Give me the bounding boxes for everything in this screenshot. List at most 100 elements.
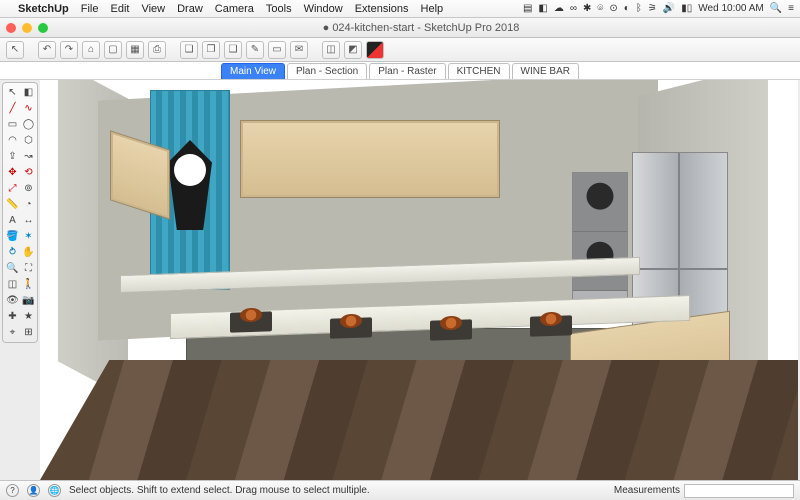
menu-tools[interactable]: Tools [266,3,292,15]
tool-ext-a-icon[interactable]: ✚ [5,309,20,324]
tray-icon[interactable]: ◧ [538,3,547,14]
close-window-button[interactable] [6,23,16,33]
toolbar-undo-icon[interactable]: ↶ [38,41,56,59]
tool-ext-d-icon[interactable]: ⊞ [21,325,36,340]
toolbar-swatch-icon[interactable] [366,41,384,59]
tool-ext-b-icon[interactable]: ★ [21,309,36,324]
tool-pushpull-icon[interactable]: ⇪ [5,149,20,164]
spotlight-icon[interactable]: 🔍 [770,3,782,14]
tool-zoom-icon[interactable]: 🔍 [5,261,20,276]
wifi-icon[interactable]: ⚞ [648,3,657,14]
tray-icon[interactable]: ☁ [554,3,564,14]
menu-draw[interactable]: Draw [177,3,203,15]
scene-tab-plan-section[interactable]: Plan - Section [287,63,367,79]
notifications-icon[interactable]: ≡ [788,3,794,14]
status-help-icon[interactable]: ? [6,484,19,497]
tool-move-icon[interactable]: ✥ [5,165,20,180]
status-user-icon[interactable]: 👤 [27,484,40,497]
tool-orbit-icon[interactable]: ⥁ [5,245,20,260]
mac-menubar: SketchUp File Edit View Draw Camera Tool… [0,0,800,18]
zoom-window-button[interactable] [38,23,48,33]
scene-tab-wine-bar[interactable]: WINE BAR [512,63,579,79]
menu-file[interactable]: File [81,3,99,15]
toolbar-component-icon[interactable]: ▦ [126,41,144,59]
toolbar-iso2-icon[interactable]: ◩ [344,41,362,59]
tool-eraser-icon[interactable]: ◧ [21,85,36,100]
tray-icon[interactable]: ✱ [583,3,591,14]
tool-freehand-icon[interactable]: ∿ [21,101,36,116]
tool-text-icon[interactable]: A [5,213,20,228]
menu-camera[interactable]: Camera [215,3,254,15]
menu-view[interactable]: View [141,3,165,15]
tool-axes-icon[interactable]: ✶ [21,229,36,244]
window-title: 024-kitchen-start - SketchUp Pro 2018 [332,22,519,34]
tray-icon[interactable]: ⌾ [597,3,603,14]
tool-paint-icon[interactable]: 🪣 [5,229,20,244]
measurements-input[interactable] [684,484,794,498]
tray-icon[interactable]: ⊙ [609,3,617,14]
tool-position-icon[interactable]: 📷 [21,293,36,308]
model-placemat [230,311,272,332]
model-viewport[interactable] [40,80,798,480]
model-placemat [530,315,572,336]
tool-arc-icon[interactable]: ◠ [5,133,20,148]
scene-tab-plan-raster[interactable]: Plan - Raster [369,63,445,79]
toolbar-box-icon[interactable]: ▢ [104,41,122,59]
menu-edit[interactable]: Edit [110,3,129,15]
clock[interactable]: Wed 10:00 AM [698,3,763,14]
toolbar-layers2-icon[interactable]: ❐ [202,41,220,59]
scene-tab-kitchen[interactable]: KITCHEN [448,63,510,79]
app-name[interactable]: SketchUp [18,3,69,15]
menu-extensions[interactable]: Extensions [355,3,409,15]
mac-system-tray: ▤ ◧ ☁ ∞ ✱ ⌾ ⊙ ◐ ᛒ ⚞ 🔊 ▮▯ Wed 10:00 AM 🔍 … [523,3,794,14]
status-bar: ? 👤 🌐 Select objects. Shift to extend se… [0,480,800,500]
tool-palette: ↖ ◧ ╱ ∿ ▭ ◯ ◠ ⬡ ⇪ ↝ ✥ ⟲ ⤢ ⊚ 📏 ◔ A ↔ 🪣 ✶ … [2,82,38,343]
toolbar-iso-icon[interactable]: ◫ [322,41,340,59]
tray-icon[interactable]: ∞ [570,3,577,14]
tray-icon[interactable]: ▤ [523,3,532,14]
tool-polygon-icon[interactable]: ⬡ [21,133,36,148]
tool-tape-icon[interactable]: 📏 [5,197,20,212]
tool-walk-icon[interactable]: 🚶 [21,277,36,292]
tool-rotate-icon[interactable]: ⟲ [21,165,36,180]
tray-icon[interactable]: ◐ [624,3,630,14]
menu-help[interactable]: Help [421,3,444,15]
model-upper-cabinets [240,120,500,198]
battery-icon[interactable]: ▮▯ [681,3,692,14]
measurements-label: Measurements [614,485,680,496]
toolbar-home-icon[interactable]: ⌂ [82,41,100,59]
edited-indicator: ● [323,22,330,34]
toolbar-doc-icon[interactable]: ✎ [246,41,264,59]
toolbar-page-icon[interactable]: ▭ [268,41,286,59]
model-clock-face [174,154,206,186]
tool-ext-c-icon[interactable]: ⌖ [5,325,20,340]
tool-line-icon[interactable]: ╱ [5,101,20,116]
minimize-window-button[interactable] [22,23,32,33]
tool-scale-icon[interactable]: ⤢ [5,181,20,196]
tool-look-icon[interactable]: 👁 [5,293,20,308]
toolbar-layers3-icon[interactable]: ❑ [224,41,242,59]
toolbar-print-icon[interactable]: ⎙ [148,41,166,59]
menu-window[interactable]: Window [304,3,343,15]
tool-section-icon[interactable]: ◫ [5,277,20,292]
main-toolbar: ↖ ↶ ↷ ⌂ ▢ ▦ ⎙ ❏ ❐ ❑ ✎ ▭ ✉ ◫ ◩ [0,38,800,62]
tool-offset-icon[interactable]: ⊚ [21,181,36,196]
tool-circle-icon[interactable]: ◯ [21,117,36,132]
bluetooth-icon[interactable]: ᛒ [636,3,642,14]
tool-pan-icon[interactable]: ✋ [21,245,36,260]
volume-icon[interactable]: 🔊 [663,3,675,14]
tool-zoomextents-icon[interactable]: ⛶ [21,261,36,276]
scene-tab-main-view[interactable]: Main View [221,63,285,79]
tool-dimension-icon[interactable]: ↔ [21,213,36,228]
model-floor [40,360,798,480]
toolbar-pointer-icon[interactable]: ↖ [6,41,24,59]
tool-followme-icon[interactable]: ↝ [21,149,36,164]
toolbar-redo-icon[interactable]: ↷ [60,41,78,59]
tool-rectangle-icon[interactable]: ▭ [5,117,20,132]
model-placemat [430,319,472,340]
toolbar-layers-icon[interactable]: ❏ [180,41,198,59]
toolbar-send-icon[interactable]: ✉ [290,41,308,59]
status-geo-icon[interactable]: 🌐 [48,484,61,497]
tool-protractor-icon[interactable]: ◔ [21,197,36,212]
tool-select-icon[interactable]: ↖ [5,85,20,100]
